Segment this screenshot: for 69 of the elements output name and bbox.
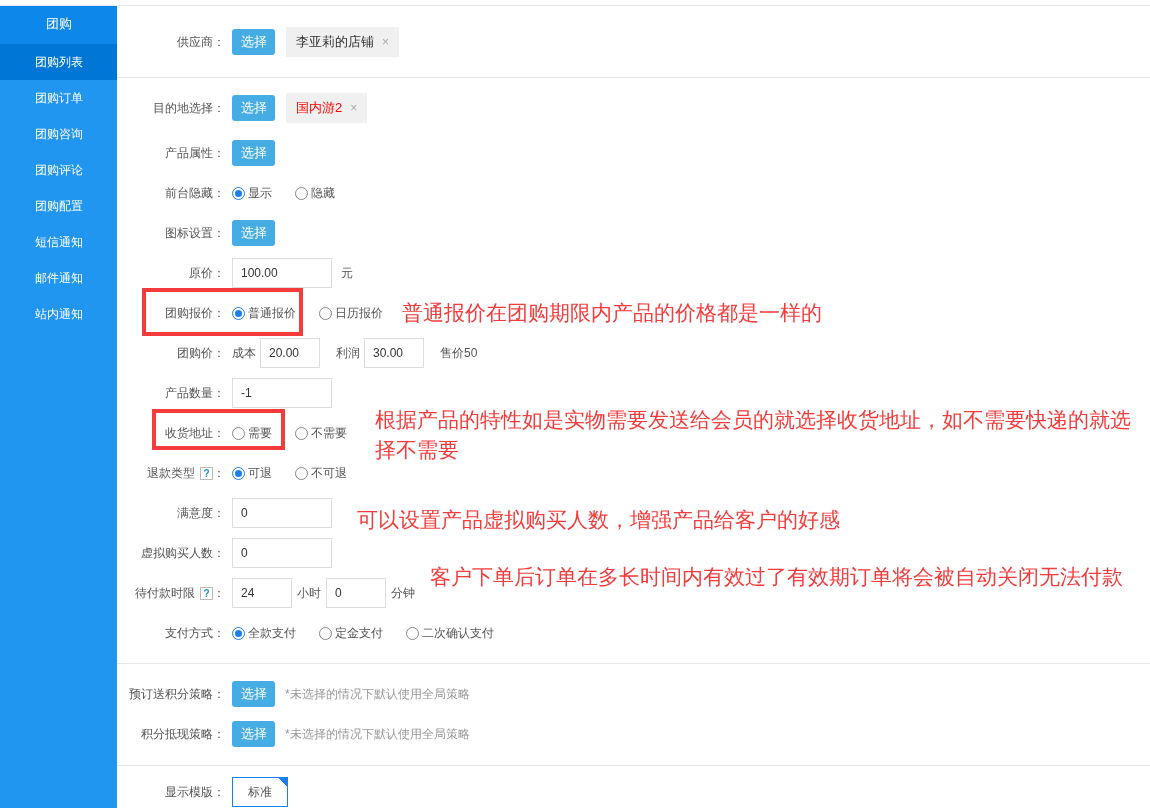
input-field[interactable]: 30.00 [364, 338, 424, 368]
field-label: 产品属性： [165, 144, 225, 162]
radio-option[interactable]: 普通报价 [232, 304, 296, 322]
unit-text: 小时 [297, 584, 321, 602]
radio-icon[interactable] [295, 186, 308, 200]
radio-option[interactable]: 显示 [232, 184, 272, 202]
field-label: 原价： [189, 264, 225, 282]
input-field[interactable]: -1 [232, 378, 332, 408]
help-icon[interactable]: ? [200, 586, 213, 600]
input-field[interactable]: 24 [232, 578, 292, 608]
input-field[interactable]: 0 [232, 538, 332, 568]
unit-text: 元 [341, 264, 353, 282]
radio-icon[interactable] [319, 626, 332, 640]
radio-icon[interactable] [295, 466, 308, 480]
radio-option[interactable]: 日历报价 [319, 304, 383, 322]
field-label: 团购报价： [165, 304, 225, 322]
unit-text: 分钟 [391, 584, 415, 602]
radio-icon[interactable] [232, 426, 245, 440]
tag-text: 李亚莉的店铺 [296, 33, 374, 51]
field-label: 虚拟购买人数： [141, 544, 225, 562]
radio-option[interactable]: 需要 [232, 424, 272, 442]
field-label: 满意度： [177, 504, 225, 522]
field-label: ： [213, 584, 225, 602]
radio-icon[interactable] [232, 306, 245, 320]
annotation-text: 根据产品的特性如是实物需要发送给会员的就选择收货地址，如不需要快递的就选择不需要 [375, 407, 1132, 463]
field-label: 前台隐藏： [165, 184, 225, 202]
help-icon[interactable]: ? [200, 466, 213, 480]
field-label: 产品数量： [165, 384, 225, 402]
radio-icon[interactable] [232, 466, 245, 480]
radio-option[interactable]: 二次确认支付 [406, 624, 494, 642]
field-label: 图标设置： [165, 224, 225, 242]
field-prefix: 利润 [336, 344, 360, 362]
input-field[interactable]: 0 [326, 578, 386, 608]
radio-option[interactable]: 定金支付 [319, 624, 383, 642]
price-text: 售价50 [440, 344, 478, 362]
field-label: 显示模版： [165, 783, 225, 801]
hint-text: *未选择的情况下默认使用全局策略 [285, 685, 470, 703]
field-label: 积分抵现策略： [141, 725, 225, 743]
annotation-text: 可以设置产品虚拟购买人数，增强产品给客户的好感 [357, 507, 840, 533]
radio-option[interactable]: 全款支付 [232, 624, 296, 642]
sidebar-title: 团购 [0, 6, 117, 44]
radio-option[interactable]: 可退 [232, 464, 272, 482]
field-label: 待付款时限 [135, 584, 195, 602]
field-label: 退款类型 [147, 464, 195, 482]
radio-option[interactable]: 不可退 [295, 464, 347, 482]
field-label: 目的地选择： [153, 99, 225, 117]
hint-text: *未选择的情况下默认使用全局策略 [285, 725, 470, 743]
radio-option[interactable]: 不需要 [295, 424, 347, 442]
field-label: 预订送积分策略： [129, 685, 225, 703]
field-prefix: 成本 [232, 344, 256, 362]
tag-text: 国内游2 [296, 99, 343, 117]
field-label: 收货地址： [165, 424, 225, 442]
input-field[interactable]: 0 [232, 498, 332, 528]
input-field[interactable]: 100.00 [232, 258, 332, 288]
field-label: 支付方式： [165, 624, 225, 642]
radio-option[interactable]: 隐藏 [295, 184, 335, 202]
radio-icon[interactable] [406, 626, 419, 640]
radio-icon[interactable] [232, 186, 245, 200]
sidebar-item[interactable]: 团购列表 [0, 44, 117, 80]
field-label: ： [213, 464, 225, 482]
annotation-text: 普通报价在团购期限内产品的价格都是一样的 [402, 300, 822, 326]
radio-icon[interactable] [319, 306, 332, 320]
template-option[interactable]: 标准 [232, 777, 288, 807]
field-label: 团购价： [177, 344, 225, 362]
radio-icon[interactable] [232, 626, 245, 640]
input-field[interactable]: 20.00 [260, 338, 320, 368]
field-label: 供应商： [177, 33, 225, 51]
annotation-text: 客户下单后订单在多长时间内有效过了有效期订单将会被自动关闭无法付款 [430, 564, 1123, 590]
radio-icon[interactable] [295, 426, 308, 440]
